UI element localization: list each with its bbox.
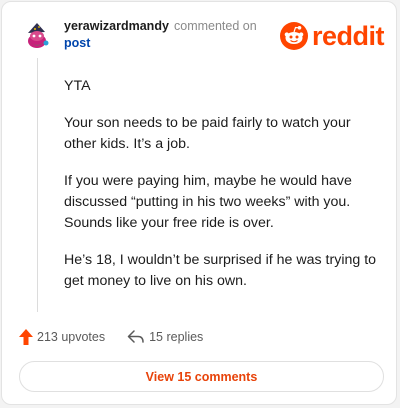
comment-body: YTA Your son needs to be paid fairly to … (64, 76, 382, 308)
upvote-count: 213 upvotes (37, 330, 106, 344)
reddit-alien-icon (280, 22, 308, 50)
snoo-avatar-icon (22, 21, 52, 51)
upvote-arrow-icon (19, 329, 33, 345)
comment-paragraph: YTA (64, 78, 91, 94)
reddit-wordmark: reddit (312, 21, 385, 51)
reply-arrow-icon (127, 330, 144, 343)
upvote-button[interactable]: 213 upvotes (19, 329, 105, 345)
comment-paragraph: He’s 18, I wouldn’t be surprised if he w… (64, 252, 377, 289)
thread-line (37, 58, 38, 312)
replies-button[interactable]: 15 replies (127, 330, 203, 344)
comment-paragraph: Your son needs to be paid fairly to watc… (64, 115, 351, 152)
view-comments-button[interactable]: View 15 comments (19, 361, 384, 392)
username[interactable]: yerawizardmandy (64, 19, 169, 33)
commented-on-label: commented on (174, 19, 257, 33)
reply-count: 15 replies (149, 330, 204, 344)
comment-card: yerawizardmandy commented on post reddit… (1, 1, 397, 405)
post-link[interactable]: post (64, 36, 90, 50)
comment-paragraph: If you were paying him, maybe he would h… (64, 173, 352, 231)
avatar[interactable] (22, 21, 52, 51)
comment-actions: 213 upvotes 15 replies (19, 328, 203, 346)
reddit-logo[interactable]: reddit (280, 21, 385, 51)
